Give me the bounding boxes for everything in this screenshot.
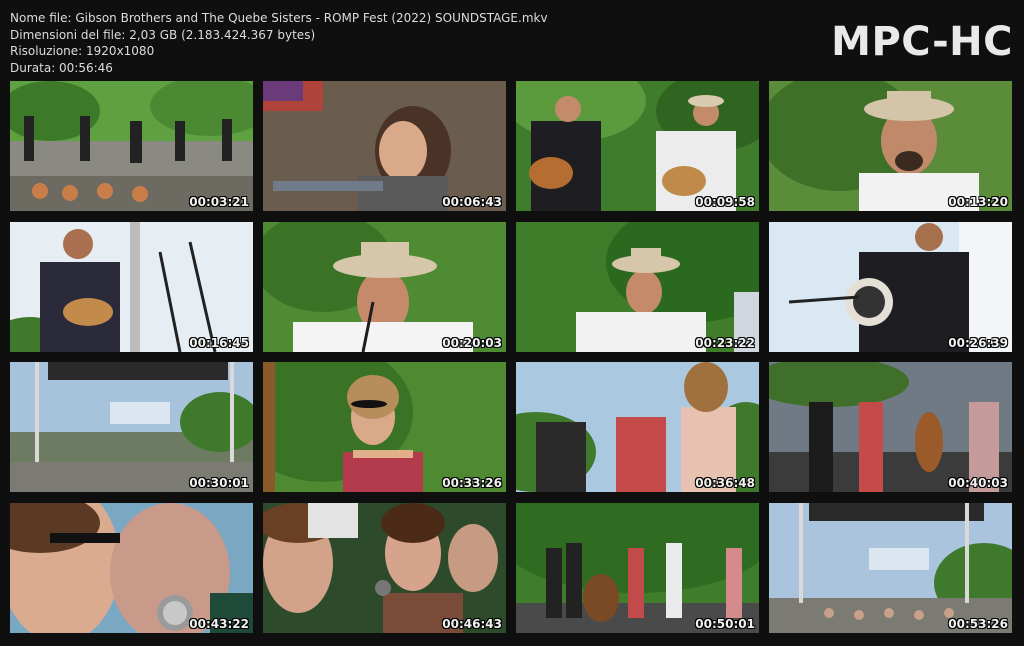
timestamp: 00:36:48 <box>695 476 755 490</box>
timestamp: 00:26:39 <box>948 336 1008 350</box>
resolution: Risoluzione: 1920x1080 <box>10 44 155 58</box>
timestamp: 00:46:43 <box>442 617 502 631</box>
timestamp: 00:43:22 <box>189 617 249 631</box>
timestamp: 00:16:45 <box>189 336 249 350</box>
timestamp: 00:40:03 <box>948 476 1008 490</box>
timestamp: 00:30:01 <box>189 476 249 490</box>
timestamp: 00:09:58 <box>695 195 755 209</box>
thumbnail-image <box>516 222 759 352</box>
thumbnail: 00:43:22 <box>10 503 253 633</box>
mpc-hc-logo: MPC-HC <box>831 19 1013 65</box>
timestamp: 00:03:21 <box>189 195 249 209</box>
thumbnail: 00:46:43 <box>263 503 506 633</box>
thumbnail-image <box>263 362 506 492</box>
thumbnail-image <box>263 222 506 352</box>
thumbnail: 00:09:58 <box>516 81 759 211</box>
timestamp: 00:20:03 <box>442 336 502 350</box>
thumbnail-image <box>10 222 253 352</box>
thumbnail: 00:03:21 <box>10 81 253 211</box>
timestamp: 00:13:20 <box>948 195 1008 209</box>
timestamp: 00:53:26 <box>948 617 1008 631</box>
thumbnail: 00:36:48 <box>516 362 759 492</box>
thumbnail-image <box>516 81 759 211</box>
thumbnail-image <box>769 362 1012 492</box>
thumbnail-image <box>769 503 1012 633</box>
thumbnail-image <box>10 81 253 211</box>
thumbnail: 00:53:26 <box>769 503 1012 633</box>
thumbnail-image <box>769 81 1012 211</box>
timestamp: 00:06:43 <box>442 195 502 209</box>
thumbnail-image <box>769 222 1012 352</box>
thumbnail: 00:23:22 <box>516 222 759 352</box>
thumbnail: 00:30:01 <box>10 362 253 492</box>
thumbnail: 00:20:03 <box>263 222 506 352</box>
file-info: Nome file: Gibson Brothers and The Quebe… <box>10 10 548 76</box>
timestamp: 00:23:22 <box>695 336 755 350</box>
thumbnail: 00:16:45 <box>10 222 253 352</box>
file-size: Dimensioni del file: 2,03 GB (2.183.424.… <box>10 27 316 42</box>
thumbnail-image <box>516 503 759 633</box>
thumbnail: 00:06:43 <box>263 81 506 211</box>
thumbnail: 00:13:20 <box>769 81 1012 211</box>
file-name: Nome file: Gibson Brothers and The Quebe… <box>10 11 548 25</box>
duration: Durata: 00:56:46 <box>10 60 113 75</box>
timestamp: 00:33:26 <box>442 476 502 490</box>
thumbnail: 00:33:26 <box>263 362 506 492</box>
thumbnail: 00:26:39 <box>769 222 1012 352</box>
timestamp: 00:50:01 <box>695 617 755 631</box>
thumbnail-image <box>516 362 759 492</box>
thumbnail: 00:50:01 <box>516 503 759 633</box>
thumbnail: 00:40:03 <box>769 362 1012 492</box>
thumbnail-image <box>263 81 506 211</box>
thumbnail-image <box>263 503 506 633</box>
thumbnail-image <box>10 503 253 633</box>
thumbnail-image <box>10 362 253 492</box>
